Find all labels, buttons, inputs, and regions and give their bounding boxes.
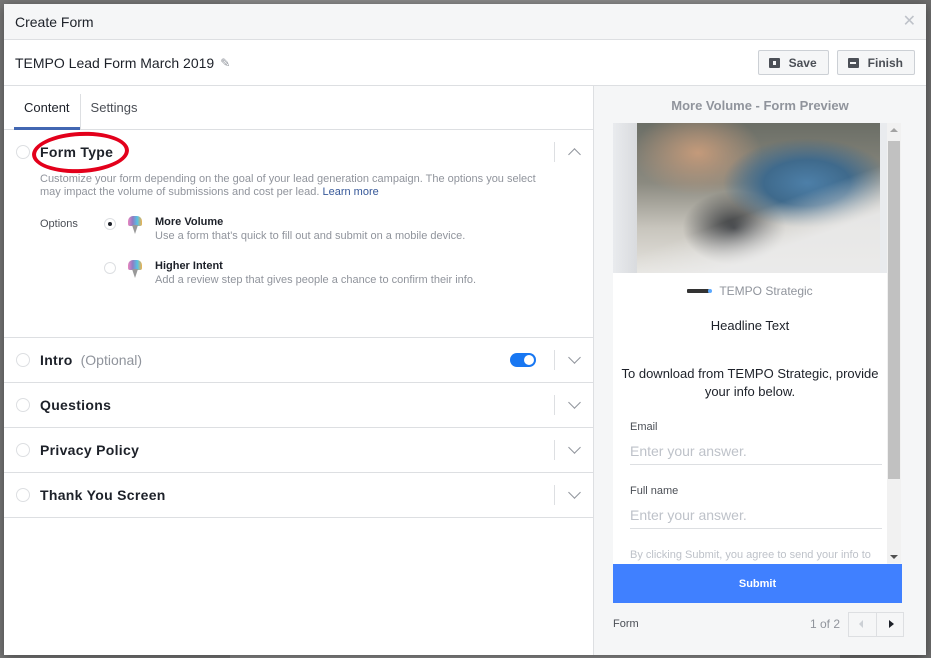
submit-button[interactable]: Submit (613, 564, 902, 603)
hero-image (613, 123, 887, 273)
email-field-group: Email (630, 421, 883, 465)
tab-settings[interactable]: Settings (81, 86, 148, 129)
chevron-down-icon[interactable] (568, 351, 581, 364)
page-indicator: 1 of 2 (809, 617, 840, 631)
status-circle-icon (16, 443, 30, 457)
chevron-down-icon[interactable] (568, 486, 581, 499)
section-thank-you-screen: Thank You Screen (4, 473, 593, 518)
scroll-thumb[interactable] (888, 141, 900, 479)
status-circle-icon (16, 145, 30, 159)
radio-higher-intent[interactable] (104, 262, 116, 274)
section-intro-header[interactable]: Intro (Optional) (4, 338, 593, 382)
option-higher-intent[interactable]: Higher Intent Add a review step that giv… (104, 260, 557, 287)
full-name-field-group: Full name (630, 485, 883, 529)
option-more-volume[interactable]: More Volume Use a form that's quick to f… (104, 216, 557, 243)
finish-icon (847, 57, 859, 68)
section-title: Privacy Policy (40, 442, 140, 458)
create-form-dialog: Create Form ✕ TEMPO Lead Form March 2019… (4, 4, 926, 655)
section-thank-you-header[interactable]: Thank You Screen (4, 473, 593, 517)
funnel-icon (127, 216, 143, 234)
form-type-options: Options More Volume Use a form that's qu… (40, 216, 557, 304)
preview-scrollbar[interactable] (887, 123, 901, 563)
preview-footer: Form 1 of 2 (613, 611, 904, 637)
section-title: Intro (40, 352, 73, 368)
option-title: Higher Intent (155, 260, 223, 272)
section-privacy-policy: Privacy Policy (4, 428, 593, 473)
form-preview: TEMPO Strategic Headline Text To downloa… (613, 123, 887, 603)
dialog-header: Create Form ✕ (4, 4, 926, 40)
save-label: Save (788, 55, 817, 70)
next-page-icon[interactable] (876, 612, 903, 636)
status-circle-icon (16, 488, 30, 502)
scroll-down-icon[interactable] (890, 555, 898, 559)
section-title: Questions (40, 397, 112, 413)
section-questions-header[interactable]: Questions (4, 383, 593, 427)
preview-title: More Volume - Form Preview (671, 98, 849, 113)
disclaimer-text: By clicking Submit, you agree to send yo… (630, 549, 871, 561)
chevron-down-icon[interactable] (568, 441, 581, 454)
options-label: Options (40, 218, 78, 230)
form-name[interactable]: TEMPO Lead Form March 2019 (15, 55, 214, 71)
office-photo (637, 123, 880, 273)
save-button[interactable]: Save (757, 50, 829, 75)
email-field[interactable] (630, 438, 882, 465)
close-icon[interactable]: ✕ (903, 14, 916, 30)
divider (554, 350, 555, 370)
option-title: More Volume (155, 216, 224, 228)
save-icon (768, 57, 780, 68)
section-title: Form Type (40, 144, 114, 160)
preview-panel: More Volume - Form Preview TEMPO Strateg… (594, 86, 926, 655)
status-circle-icon (16, 353, 30, 367)
footer-label: Form (613, 618, 639, 630)
learn-more-link[interactable]: Learn more (322, 186, 378, 198)
email-label: Email (630, 421, 658, 433)
section-intro: Intro (Optional) (4, 338, 593, 383)
intro-toggle[interactable] (510, 353, 536, 367)
scroll-up-icon[interactable] (890, 128, 898, 132)
divider (554, 485, 555, 505)
tab-bar: Content Settings (4, 86, 593, 130)
section-questions: Questions (4, 383, 593, 428)
form-type-description: Customize your form depending on the goa… (40, 173, 557, 199)
funnel-icon (127, 260, 143, 278)
full-name-field[interactable] (630, 502, 882, 529)
form-name-bar: TEMPO Lead Form March 2019 ✎ Save Finish (4, 40, 926, 86)
optional-label: (Optional) (80, 352, 143, 368)
brand-name: TEMPO Strategic (719, 284, 813, 298)
brand-logo-icon (687, 289, 713, 293)
divider (554, 142, 555, 162)
body-text: To download from TEMPO Strategic, provid… (621, 366, 879, 399)
radio-more-volume[interactable] (104, 218, 116, 230)
tab-content[interactable]: Content (14, 86, 80, 130)
status-circle-icon (16, 398, 30, 412)
chevron-up-icon[interactable] (568, 148, 581, 161)
pencil-icon[interactable]: ✎ (220, 56, 230, 70)
divider (554, 395, 555, 415)
divider (554, 440, 555, 460)
description-text: Customize your form depending on the goa… (40, 173, 536, 198)
section-form-type-header[interactable]: Form Type (4, 129, 593, 176)
option-description: Add a review step that gives people a ch… (155, 274, 477, 286)
dialog-title: Create Form (15, 13, 94, 30)
section-privacy-policy-header[interactable]: Privacy Policy (4, 428, 593, 472)
finish-button[interactable]: Finish (836, 50, 915, 75)
section-title: Thank You Screen (40, 487, 166, 503)
option-description: Use a form that's quick to fill out and … (155, 230, 466, 242)
editor-panel: Content Settings Form Type Customize you… (4, 86, 594, 655)
previous-page-icon[interactable] (849, 613, 876, 636)
brand-row: TEMPO Strategic (613, 284, 887, 298)
headline: Headline Text (710, 318, 790, 333)
chevron-down-icon[interactable] (568, 396, 581, 409)
finish-label: Finish (867, 55, 903, 70)
full-name-label: Full name (630, 485, 679, 497)
section-form-type: Form Type Customize your form depending … (4, 129, 593, 338)
